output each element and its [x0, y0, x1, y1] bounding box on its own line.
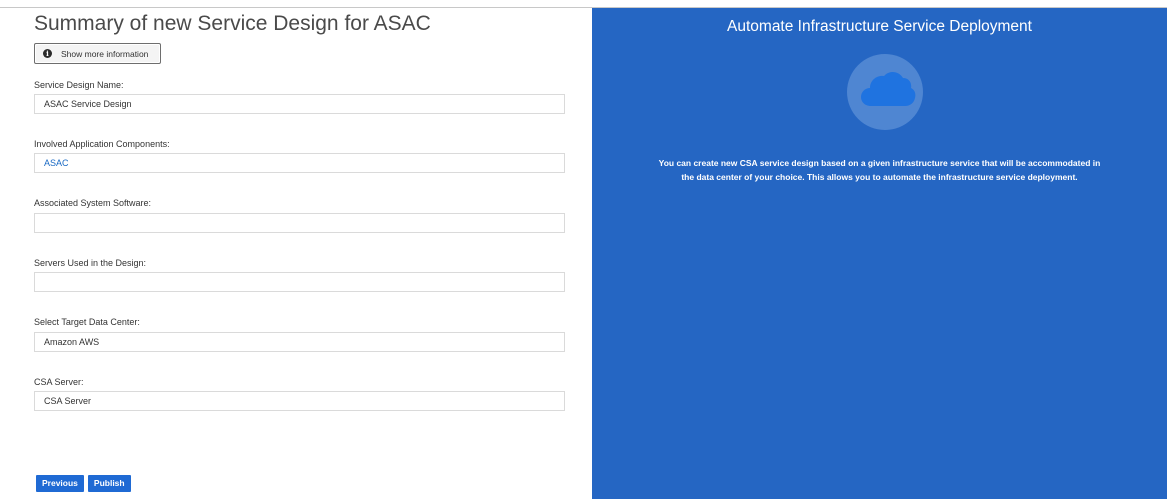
show-more-info-label: Show more information	[61, 48, 149, 59]
action-buttons: Previous Publish	[36, 475, 131, 492]
system-software-field[interactable]	[34, 213, 565, 233]
csa-server-field[interactable]: CSA Server	[34, 391, 565, 411]
previous-button[interactable]: Previous	[36, 475, 84, 492]
servers-used-label: Servers Used in the Design:	[34, 258, 147, 268]
servers-used-field[interactable]	[34, 272, 565, 292]
info-panel: Automate Infrastructure Service Deployme…	[592, 8, 1167, 499]
publish-button[interactable]: Publish	[87, 475, 131, 492]
target-data-center-field[interactable]: Amazon AWS	[34, 332, 565, 352]
csa-server-label: CSA Server:	[34, 377, 84, 387]
info-panel-description: You can create new CSA service design ba…	[632, 156, 1127, 184]
application-components-field[interactable]: ASAC	[34, 153, 565, 173]
service-design-name-label: Service Design Name:	[34, 80, 124, 90]
info-icon: i	[43, 49, 52, 58]
application-components-label: Involved Application Components:	[34, 139, 170, 149]
cloud-icon-circle	[847, 54, 923, 130]
cloud-icon	[861, 72, 916, 106]
page-title: Summary of new Service Design for ASAC	[34, 12, 431, 35]
target-data-center-label: Select Target Data Center:	[34, 317, 140, 327]
show-more-info-button[interactable]: i Show more information	[34, 43, 161, 64]
description-line-2: the data center of your choice. This all…	[681, 172, 1078, 182]
service-design-name-field[interactable]: ASAC Service Design	[34, 94, 565, 114]
description-line-1: You can create new CSA service design ba…	[658, 158, 1101, 168]
info-panel-title: Automate Infrastructure Service Deployme…	[727, 18, 1032, 35]
system-software-label: Associated System Software:	[34, 198, 152, 208]
summary-panel: Summary of new Service Design for ASAC i…	[0, 8, 592, 499]
